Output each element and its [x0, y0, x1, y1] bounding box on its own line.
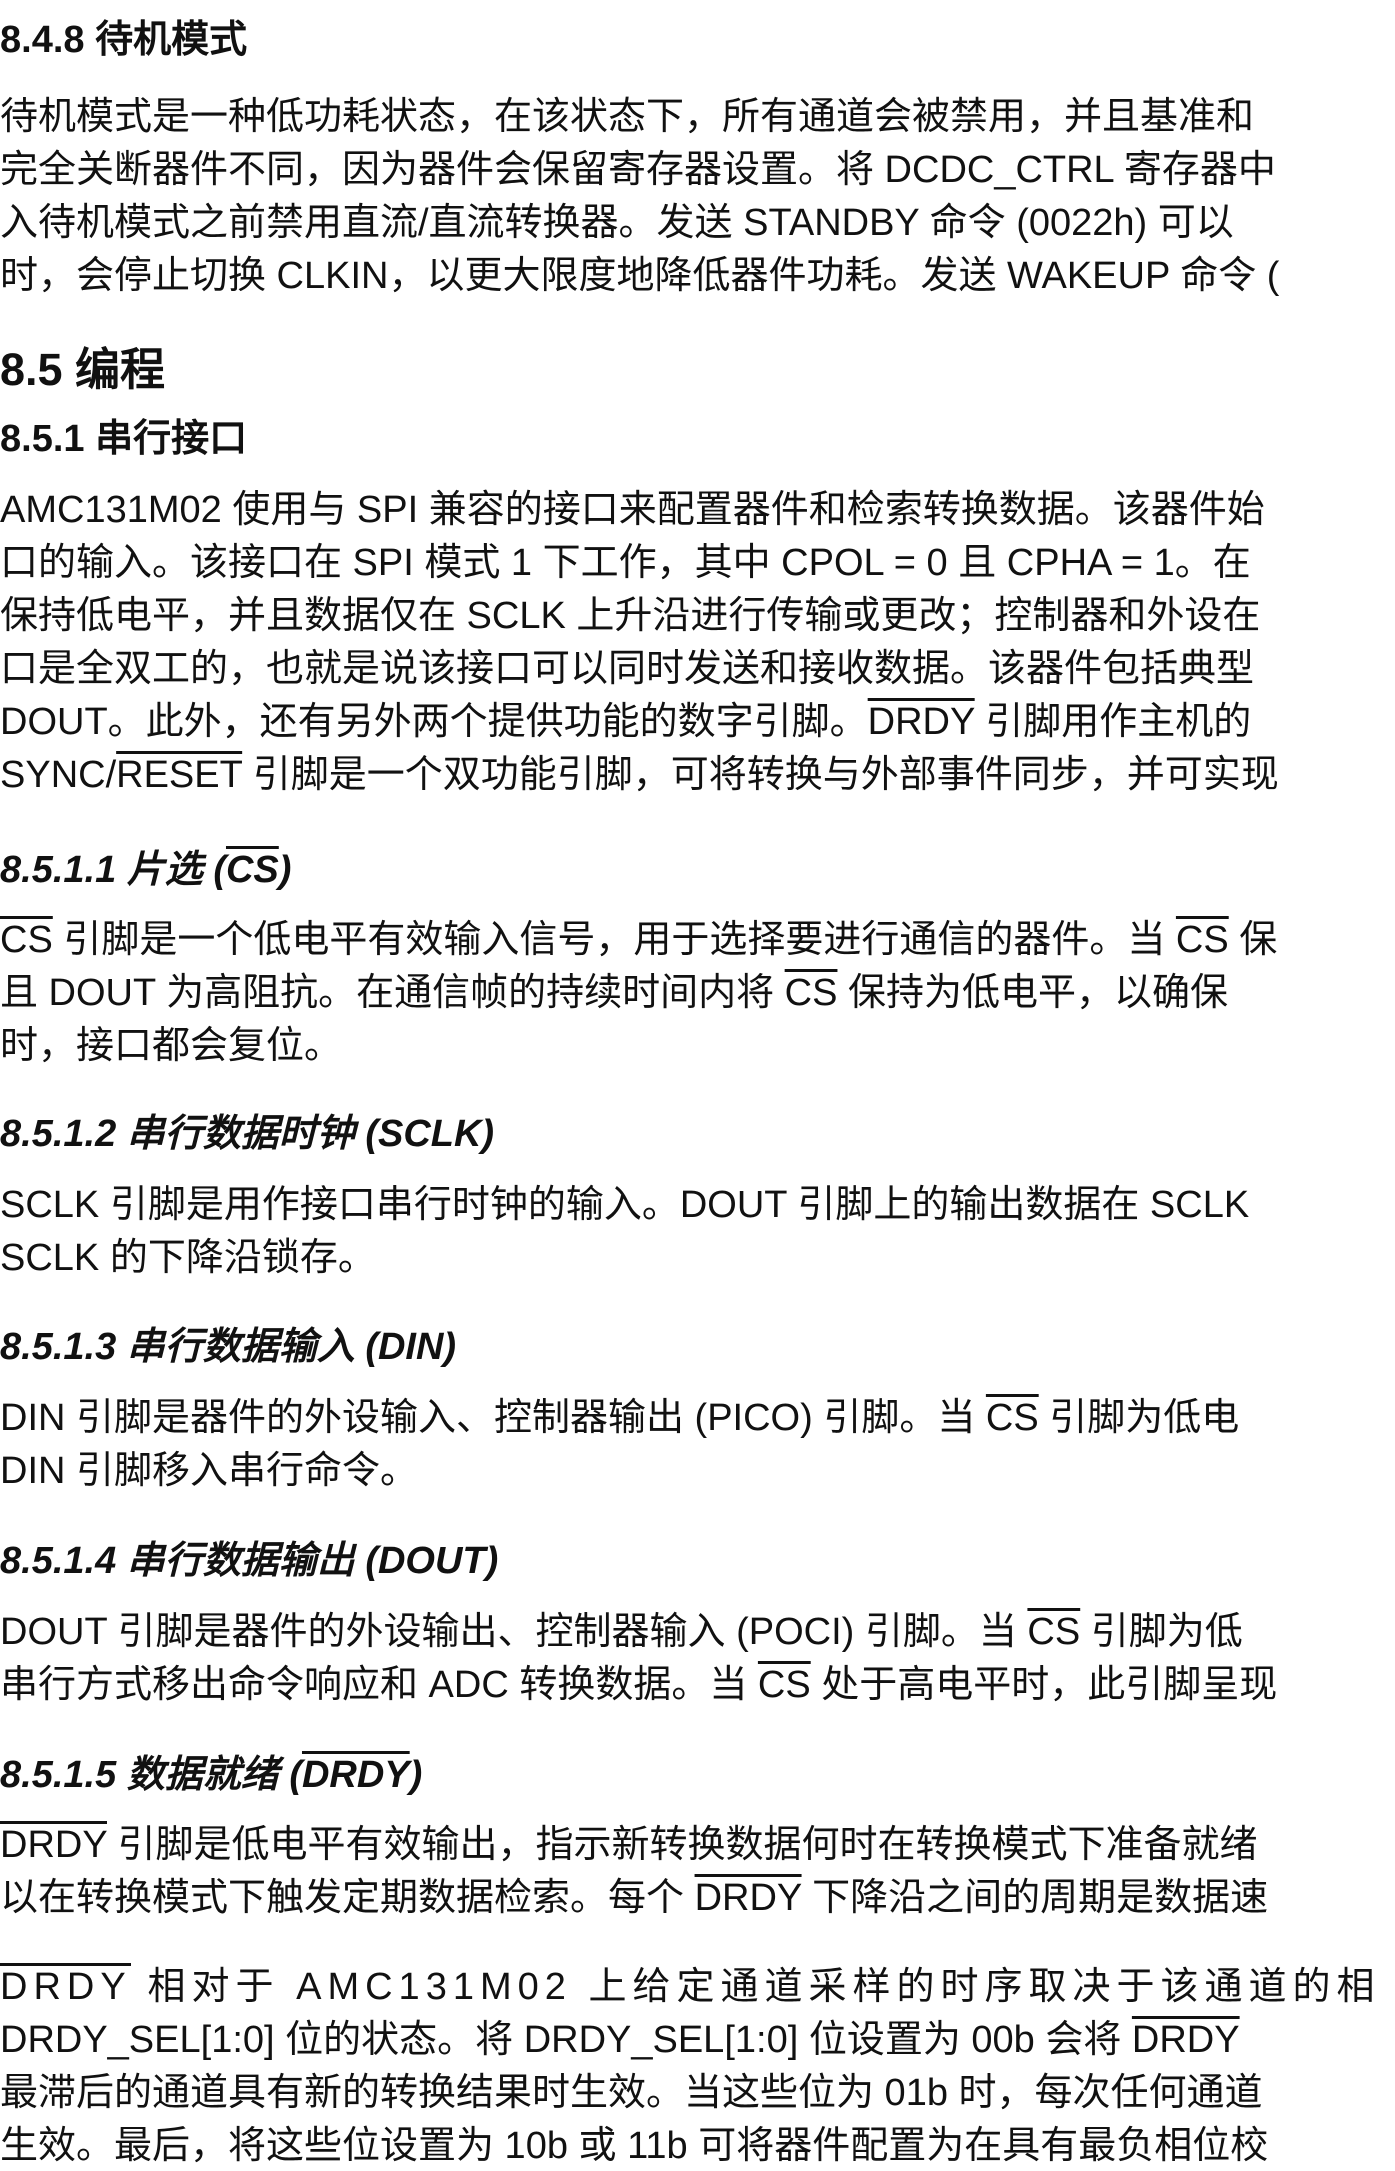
text-run: 保: [1228, 919, 1278, 961]
text-run: 串行方式移出命令响应和 ADC 转换数据。当: [0, 1664, 758, 1706]
heading-text: ): [278, 849, 292, 891]
text-run: DIN 引脚是器件的外设输入、控制器输出 (PICO) 引脚。当: [0, 1397, 986, 1439]
text-line: 串行方式移出命令响应和 ADC 转换数据。当 CS 处于高电平时，此引脚呈现: [0, 1659, 1277, 1712]
text-run: 且 DOUT 为高阻抗。在通信帧的持续时间内将: [0, 972, 785, 1014]
cs-signal-name: CS: [1027, 1611, 1081, 1653]
cs-signal-name: CS: [225, 849, 279, 891]
paragraph-serial-interface: AMC131M02 使用与 SPI 兼容的接口来配置器件和检索转换数据。该器件始…: [0, 484, 1279, 802]
text-run: 引脚为低: [1080, 1611, 1243, 1653]
drdy-signal-name: DRDY: [301, 1754, 410, 1796]
text-line: 口的输入。该接口在 SPI 模式 1 下工作，其中 CPOL = 0 且 CPH…: [0, 542, 1251, 584]
drdy-signal-name: DRDY: [0, 1966, 131, 2008]
paragraph-data-input: DIN 引脚是器件的外设输入、控制器输出 (PICO) 引脚。当 CS 引脚为低…: [0, 1392, 1239, 1498]
paragraph-data-ready-2: DRDY 相对于 AMC131M02 上给定通道采样的时序取决于该通道的相 DR…: [0, 1961, 1380, 2171]
text-line: DRDY 引脚是低电平有效输出，指示新转换数据何时在转换模式下准备就绪: [0, 1819, 1268, 1872]
text-run: 相对于 AMC131M02 上给定通道采样的时序取决于该通道的相: [131, 1966, 1381, 2008]
text-line: 入待机模式之前禁用直流/直流转换器。发送 STANDBY 命令 (0022h) …: [0, 202, 1234, 244]
text-line: 时，会停止切换 CLKIN，以更大限度地降低器件功耗。发送 WAKEUP 命令 …: [0, 255, 1280, 297]
text-line: SYNC/RESET 引脚是一个双功能引脚，可将转换与外部事件同步，并可实现: [0, 749, 1279, 802]
text-line: DOUT 引脚是器件的外设输出、控制器输入 (POCI) 引脚。当 CS 引脚为…: [0, 1606, 1277, 1659]
drdy-signal-name: DRDY: [867, 701, 975, 743]
text-run: 处于高电平时，此引脚呈现: [810, 1664, 1278, 1706]
section-heading-8-5: 8.5 编程: [0, 344, 166, 395]
section-heading-8-5-1-5: 8.5.1.5 数据就绪 (DRDY): [0, 1743, 422, 1798]
paragraph-data-ready-1: DRDY 引脚是低电平有效输出，指示新转换数据何时在转换模式下准备就绪 以在转换…: [0, 1819, 1268, 1925]
section-heading-8-5-1: 8.5.1 串行接口: [0, 418, 248, 460]
section-heading-8-5-1-3: 8.5.1.3 串行数据输入 (DIN): [0, 1326, 457, 1368]
paragraph-serial-clock: SCLK 引脚是用作接口串行时钟的输入。DOUT 引脚上的输出数据在 SCLK …: [0, 1179, 1249, 1285]
drdy-signal-name: DRDY: [0, 1824, 107, 1866]
cs-signal-name: CS: [757, 1664, 811, 1706]
section-heading-8-5-1-4: 8.5.1.4 串行数据输出 (DOUT): [0, 1540, 499, 1582]
text-line: SCLK 引脚是用作接口串行时钟的输入。DOUT 引脚上的输出数据在 SCLK: [0, 1184, 1250, 1226]
heading-text: ): [409, 1754, 423, 1796]
text-line: DRDY 相对于 AMC131M02 上给定通道采样的时序取决于该通道的相: [0, 1961, 1380, 2014]
text-run: 引脚为低电: [1038, 1397, 1240, 1439]
text-line: 时，接口都会复位。: [0, 1025, 343, 1067]
drdy-signal-name: DRDY: [694, 1877, 802, 1919]
cs-signal-name: CS: [0, 919, 53, 961]
heading-text: 8.5.1.5 数据就绪 (: [0, 1754, 302, 1796]
cs-signal-name: CS: [985, 1397, 1039, 1439]
text-run: 引脚是低电平有效输出，指示新转换数据何时在转换模式下准备就绪: [107, 1824, 1258, 1866]
text-line: 最滞后的通道具有新的转换结果时生效。当这些位为 01b 时，每次任何通道: [0, 2072, 1263, 2114]
text-run: DOUT 引脚是器件的外设输出、控制器输入 (POCI) 引脚。当: [0, 1611, 1028, 1653]
text-run: 引脚用作主机的: [974, 701, 1252, 743]
text-run: 保持为低电平，以确保: [837, 972, 1229, 1014]
cs-signal-name: CS: [1175, 919, 1229, 961]
text-line: SCLK 的下降沿锁存。: [0, 1237, 376, 1279]
text-line: 以在转换模式下触发定期数据检索。每个 DRDY 下降沿之间的周期是数据速: [0, 1872, 1268, 1925]
paragraph-standby-mode: 待机模式是一种低功耗状态，在该状态下，所有通道会被禁用，并且基准和 完全关断器件…: [0, 91, 1279, 303]
text-line: DRDY_SEL[1:0] 位的状态。将 DRDY_SEL[1:0] 位设置为 …: [0, 2014, 1380, 2067]
drdy-signal-name: DRDY: [1131, 2019, 1240, 2061]
text-line: 且 DOUT 为高阻抗。在通信帧的持续时间内将 CS 保持为低电平，以确保: [0, 967, 1277, 1020]
text-run: 引脚是一个双功能引脚，可将转换与外部事件同步，并可实现: [242, 754, 1279, 796]
cs-signal-name: CS: [784, 972, 838, 1014]
text-line: 口是全双工的，也就是说该接口可以同时发送和接收数据。该器件包括典型: [0, 648, 1255, 690]
section-heading-8-4-8: 8.4.8 待机模式: [0, 19, 248, 61]
text-line: AMC131M02 使用与 SPI 兼容的接口来配置器件和检索转换数据。该器件始: [0, 489, 1265, 531]
text-line: DIN 引脚是器件的外设输入、控制器输出 (PICO) 引脚。当 CS 引脚为低…: [0, 1392, 1239, 1445]
text-line: 生效。最后，将这些位设置为 10b 或 11b 可将器件配置为在具有最负相位校: [0, 2125, 1269, 2167]
sync-signal-name: SYNC/: [0, 754, 117, 796]
text-line: 待机模式是一种低功耗状态，在该状态下，所有通道会被禁用，并且基准和: [0, 96, 1255, 138]
section-heading-8-5-1-2: 8.5.1.2 串行数据时钟 (SCLK): [0, 1113, 495, 1155]
heading-text: 8.5.1.1 片选 (: [0, 849, 226, 891]
text-line: DOUT。此外，还有另外两个提供功能的数字引脚。DRDY 引脚用作主机的: [0, 696, 1279, 749]
paragraph-data-output: DOUT 引脚是器件的外设输出、控制器输入 (POCI) 引脚。当 CS 引脚为…: [0, 1606, 1277, 1712]
text-run: 下降沿之间的周期是数据速: [801, 1877, 1269, 1919]
section-heading-8-5-1-1: 8.5.1.1 片选 (CS): [0, 838, 291, 893]
document-page: 8.4.8 待机模式 待机模式是一种低功耗状态，在该状态下，所有通道会被禁用，并…: [0, 0, 1395, 2171]
paragraph-chip-select: CS 引脚是一个低电平有效输入信号，用于选择要进行通信的器件。当 CS 保 且 …: [0, 914, 1277, 1073]
reset-signal-name: RESET: [116, 754, 243, 796]
text-run: DOUT。此外，还有另外两个提供功能的数字引脚。: [0, 701, 868, 743]
text-line: DIN 引脚移入串行命令。: [0, 1450, 419, 1492]
text-line: 保持低电平，并且数据仅在 SCLK 上升沿进行传输或更改；控制器和外设在: [0, 595, 1261, 637]
text-run: 以在转换模式下触发定期数据检索。每个: [0, 1877, 695, 1919]
text-line: 完全关断器件不同，因为器件会保留寄存器设置。将 DCDC_CTRL 寄存器中: [0, 149, 1276, 191]
text-run: DRDY_SEL[1:0] 位的状态。将 DRDY_SEL[1:0] 位设置为 …: [0, 2019, 1132, 2061]
text-line: CS 引脚是一个低电平有效输入信号，用于选择要进行通信的器件。当 CS 保: [0, 914, 1277, 967]
text-run: 引脚是一个低电平有效输入信号，用于选择要进行通信的器件。当: [52, 919, 1176, 961]
